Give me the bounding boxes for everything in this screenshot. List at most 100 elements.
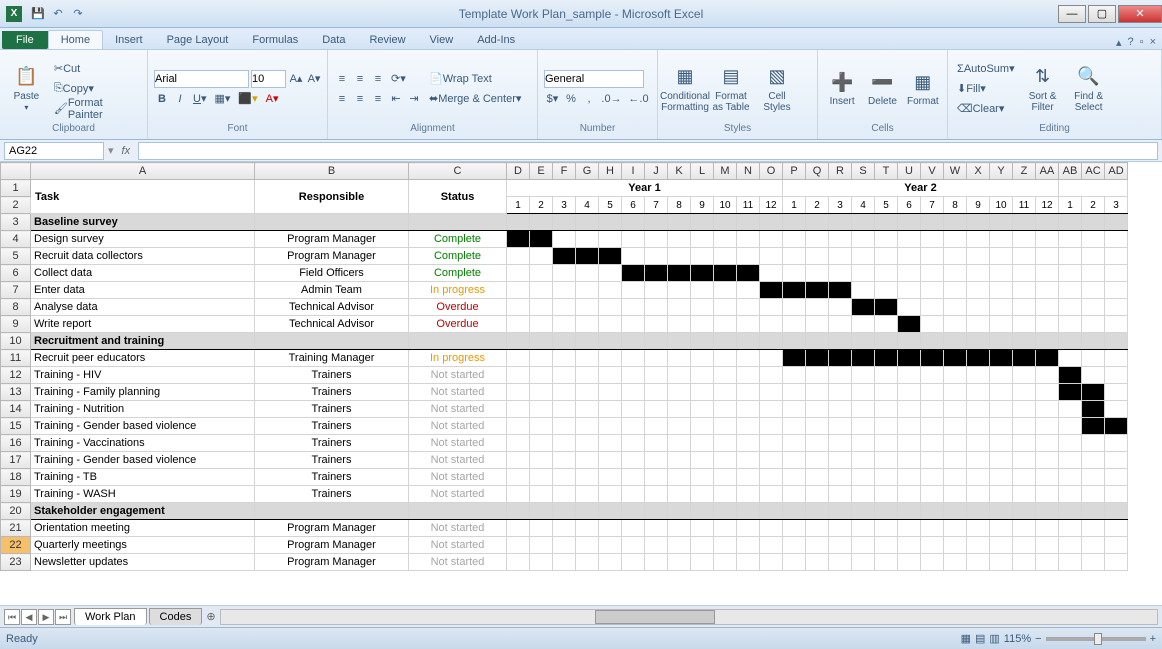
gantt-cell[interactable] xyxy=(1105,316,1128,333)
gantt-cell[interactable] xyxy=(944,367,967,384)
gantt-cell[interactable] xyxy=(622,452,645,469)
view-normal-icon[interactable]: ▦ xyxy=(961,632,971,645)
gantt-cell[interactable] xyxy=(1013,350,1036,367)
col-header-U[interactable]: U xyxy=(898,163,921,180)
ribbon-tab-data[interactable]: Data xyxy=(310,31,357,49)
gantt-cell[interactable] xyxy=(507,469,530,486)
gantt-cell[interactable] xyxy=(1105,350,1128,367)
gantt-cell[interactable] xyxy=(645,265,668,282)
gantt-cell[interactable] xyxy=(1059,401,1082,418)
gantt-cell[interactable] xyxy=(829,231,852,248)
gantt-cell[interactable] xyxy=(507,537,530,554)
section-title[interactable]: Stakeholder engagement xyxy=(31,503,255,520)
gantt-cell[interactable] xyxy=(1059,452,1082,469)
gantt-cell[interactable] xyxy=(1013,469,1036,486)
gantt-cell[interactable] xyxy=(967,282,990,299)
task-status[interactable]: Not started xyxy=(409,367,507,384)
gantt-cell[interactable] xyxy=(645,384,668,401)
clear-button[interactable]: ⌫ Clear ▾ xyxy=(954,101,1007,117)
gantt-cell[interactable] xyxy=(507,435,530,452)
align-middle-icon[interactable]: ≡ xyxy=(352,71,368,87)
gantt-cell[interactable] xyxy=(553,265,576,282)
gantt-cell[interactable] xyxy=(1082,537,1105,554)
task-name[interactable]: Training - Gender based violence xyxy=(31,418,255,435)
gantt-cell[interactable] xyxy=(990,486,1013,503)
gantt-cell[interactable] xyxy=(1059,384,1082,401)
gantt-cell[interactable] xyxy=(898,265,921,282)
maximize-button[interactable]: ▢ xyxy=(1088,5,1116,23)
gantt-cell[interactable] xyxy=(944,435,967,452)
gantt-cell[interactable] xyxy=(921,486,944,503)
gantt-cell[interactable] xyxy=(783,231,806,248)
task-name[interactable]: Collect data xyxy=(31,265,255,282)
gantt-cell[interactable] xyxy=(714,486,737,503)
gantt-cell[interactable] xyxy=(1082,350,1105,367)
gantt-cell[interactable] xyxy=(967,231,990,248)
gantt-cell[interactable] xyxy=(944,248,967,265)
gantt-cell[interactable] xyxy=(645,316,668,333)
task-name[interactable]: Analyse data xyxy=(31,299,255,316)
gantt-cell[interactable] xyxy=(714,418,737,435)
task-status[interactable]: Not started xyxy=(409,537,507,554)
gantt-cell[interactable] xyxy=(599,537,622,554)
paste-button[interactable]: 📋Paste▾ xyxy=(6,54,47,123)
gantt-cell[interactable] xyxy=(967,418,990,435)
gantt-cell[interactable] xyxy=(668,435,691,452)
task-responsible[interactable]: Program Manager xyxy=(255,554,409,571)
gantt-cell[interactable] xyxy=(921,350,944,367)
gantt-cell[interactable] xyxy=(852,384,875,401)
gantt-cell[interactable] xyxy=(1105,435,1128,452)
gantt-cell[interactable] xyxy=(507,282,530,299)
col-header-B[interactable]: B xyxy=(255,163,409,180)
gantt-cell[interactable] xyxy=(1013,316,1036,333)
ribbon-tab-insert[interactable]: Insert xyxy=(103,31,155,49)
gantt-cell[interactable] xyxy=(622,282,645,299)
gantt-cell[interactable] xyxy=(1013,248,1036,265)
gantt-cell[interactable] xyxy=(783,537,806,554)
task-responsible[interactable]: Trainers xyxy=(255,418,409,435)
gantt-cell[interactable] xyxy=(990,248,1013,265)
gantt-cell[interactable] xyxy=(622,384,645,401)
col-header-X[interactable]: X xyxy=(967,163,990,180)
gantt-cell[interactable] xyxy=(599,367,622,384)
task-responsible[interactable]: Field Officers xyxy=(255,265,409,282)
gantt-cell[interactable] xyxy=(1036,554,1059,571)
task-name[interactable]: Enter data xyxy=(31,282,255,299)
gantt-cell[interactable] xyxy=(990,265,1013,282)
fill-color-button[interactable]: ⬛▾ xyxy=(235,91,260,107)
gantt-cell[interactable] xyxy=(576,401,599,418)
gantt-cell[interactable] xyxy=(760,299,783,316)
task-name[interactable]: Training - Family planning xyxy=(31,384,255,401)
gantt-cell[interactable] xyxy=(737,520,760,537)
gantt-cell[interactable] xyxy=(622,537,645,554)
gantt-cell[interactable] xyxy=(1036,384,1059,401)
gantt-cell[interactable] xyxy=(760,316,783,333)
gantt-cell[interactable] xyxy=(875,316,898,333)
gantt-cell[interactable] xyxy=(1105,282,1128,299)
gantt-cell[interactable] xyxy=(829,435,852,452)
gantt-cell[interactable] xyxy=(737,282,760,299)
task-responsible[interactable]: Program Manager xyxy=(255,231,409,248)
gantt-cell[interactable] xyxy=(1105,469,1128,486)
gantt-cell[interactable] xyxy=(691,248,714,265)
orientation-icon[interactable]: ⟳▾ xyxy=(388,71,409,87)
gantt-cell[interactable] xyxy=(576,520,599,537)
gantt-cell[interactable] xyxy=(1036,282,1059,299)
gantt-cell[interactable] xyxy=(737,401,760,418)
gantt-cell[interactable] xyxy=(1059,350,1082,367)
task-status[interactable]: Not started xyxy=(409,554,507,571)
gantt-cell[interactable] xyxy=(967,248,990,265)
ribbon-tab-review[interactable]: Review xyxy=(357,31,417,49)
gantt-cell[interactable] xyxy=(668,418,691,435)
gantt-cell[interactable] xyxy=(668,367,691,384)
gantt-cell[interactable] xyxy=(829,248,852,265)
gantt-cell[interactable] xyxy=(1082,316,1105,333)
gantt-cell[interactable] xyxy=(1059,265,1082,282)
col-header-AA[interactable]: AA xyxy=(1036,163,1059,180)
row-header-16[interactable]: 16 xyxy=(1,435,31,452)
gantt-cell[interactable] xyxy=(875,231,898,248)
gantt-cell[interactable] xyxy=(507,486,530,503)
gantt-cell[interactable] xyxy=(530,367,553,384)
gantt-cell[interactable] xyxy=(875,350,898,367)
gantt-cell[interactable] xyxy=(668,384,691,401)
